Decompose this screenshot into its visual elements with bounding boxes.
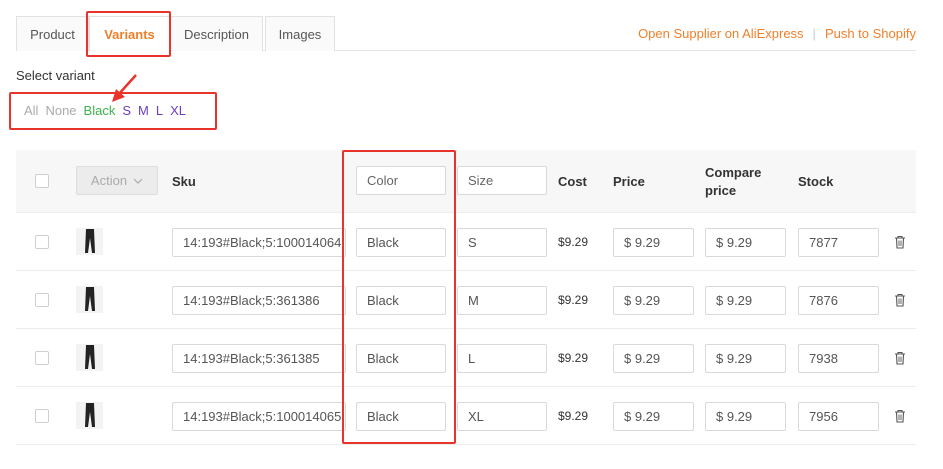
select-variant-label: Select variant (16, 68, 95, 83)
action-dropdown[interactable]: Action (76, 166, 158, 195)
table-row: 14:193#Black;5:100014064 Black S $9.29 $… (16, 213, 916, 271)
variant-filters: All None Black S M L XL (24, 103, 186, 118)
table-header: Action Sku Color Size Cost Price Compare… (16, 150, 916, 213)
price-input[interactable]: $ 9.29 (613, 402, 694, 431)
compare-price-input[interactable]: $ 9.29 (705, 344, 786, 373)
product-thumbnail (76, 228, 103, 255)
compare-price-input[interactable]: $ 9.29 (705, 402, 786, 431)
chevron-down-icon (133, 178, 143, 184)
filter-xl[interactable]: XL (170, 103, 186, 118)
row-checkbox[interactable] (35, 409, 49, 423)
stock-input[interactable]: 7876 (798, 286, 879, 315)
cost-value: $9.29 (558, 293, 589, 307)
cost-value: $9.29 (558, 409, 589, 423)
color-input[interactable]: Black (356, 402, 446, 431)
color-filter-input[interactable]: Color (356, 166, 446, 195)
leggings-icon (84, 287, 95, 311)
action-label: Action (90, 173, 128, 188)
stock-input[interactable]: 7956 (798, 402, 879, 431)
header-stock: Stock (798, 174, 834, 189)
price-input[interactable]: $ 9.29 (613, 228, 694, 257)
cost-value: $9.29 (558, 351, 589, 365)
size-input[interactable]: L (457, 344, 547, 373)
header-sku: Sku (172, 174, 196, 189)
header-price: Price (613, 174, 645, 189)
row-checkbox[interactable] (35, 293, 49, 307)
sku-input[interactable]: 14:193#Black;5:361385 (172, 344, 346, 373)
top-links: Open Supplier on AliExpress | Push to Sh… (638, 26, 916, 41)
row-checkbox[interactable] (35, 235, 49, 249)
product-thumbnail (76, 286, 103, 313)
filter-none[interactable]: None (45, 103, 76, 118)
compare-price-input[interactable]: $ 9.29 (705, 228, 786, 257)
price-input[interactable]: $ 9.29 (613, 344, 694, 373)
tab-description-label: Description (183, 26, 250, 42)
filter-m[interactable]: M (138, 103, 149, 118)
open-supplier-link[interactable]: Open Supplier on AliExpress (638, 26, 803, 41)
table-row: 14:193#Black;5:100014065 Black XL $9.29 … (16, 387, 916, 445)
trash-icon[interactable] (893, 351, 907, 365)
color-input[interactable]: Black (356, 344, 446, 373)
sku-input[interactable]: 14:193#Black;5:361386 (172, 286, 346, 315)
sku-input[interactable]: 14:193#Black;5:100014064 (172, 228, 346, 257)
leggings-icon (84, 229, 95, 253)
tab-description[interactable]: Description (170, 16, 263, 51)
product-thumbnail (76, 344, 103, 371)
price-input[interactable]: $ 9.29 (613, 286, 694, 315)
size-filter-input[interactable]: Size (457, 166, 547, 195)
filter-l[interactable]: L (156, 103, 163, 118)
select-all-checkbox[interactable] (35, 174, 49, 188)
size-input[interactable]: M (457, 286, 547, 315)
leggings-icon (84, 403, 95, 427)
size-input[interactable]: XL (457, 402, 547, 431)
sku-input[interactable]: 14:193#Black;5:100014065 (172, 402, 346, 431)
header-compare-price: Compare price (705, 165, 762, 198)
color-input[interactable]: Black (356, 286, 446, 315)
cost-value: $9.29 (558, 235, 589, 249)
compare-price-input[interactable]: $ 9.29 (705, 286, 786, 315)
trash-icon[interactable] (893, 293, 907, 307)
table-row: 14:193#Black;5:361385 Black L $9.29 $ 9.… (16, 329, 916, 387)
trash-icon[interactable] (893, 409, 907, 423)
tab-product[interactable]: Product (16, 16, 89, 51)
filter-black[interactable]: Black (84, 103, 116, 118)
tab-variants[interactable]: Variants (89, 16, 170, 52)
variants-table: Action Sku Color Size Cost Price Compare… (16, 150, 916, 445)
filter-all[interactable]: All (24, 103, 38, 118)
size-input[interactable]: S (457, 228, 547, 257)
trash-icon[interactable] (893, 235, 907, 249)
header-cost: Cost (558, 174, 587, 189)
stock-input[interactable]: 7938 (798, 344, 879, 373)
link-separator: | (812, 26, 816, 41)
tab-images[interactable]: Images (265, 16, 335, 51)
stock-input[interactable]: 7877 (798, 228, 879, 257)
row-checkbox[interactable] (35, 351, 49, 365)
color-input[interactable]: Black (356, 228, 446, 257)
product-thumbnail (76, 402, 103, 429)
table-row: 14:193#Black;5:361386 Black M $9.29 $ 9.… (16, 271, 916, 329)
tab-product-label: Product (30, 26, 75, 42)
tab-images-label: Images (278, 26, 322, 42)
leggings-icon (84, 345, 95, 369)
tab-variants-label: Variants (104, 27, 155, 42)
push-to-shopify-link[interactable]: Push to Shopify (825, 26, 916, 41)
filter-s[interactable]: S (122, 103, 131, 118)
